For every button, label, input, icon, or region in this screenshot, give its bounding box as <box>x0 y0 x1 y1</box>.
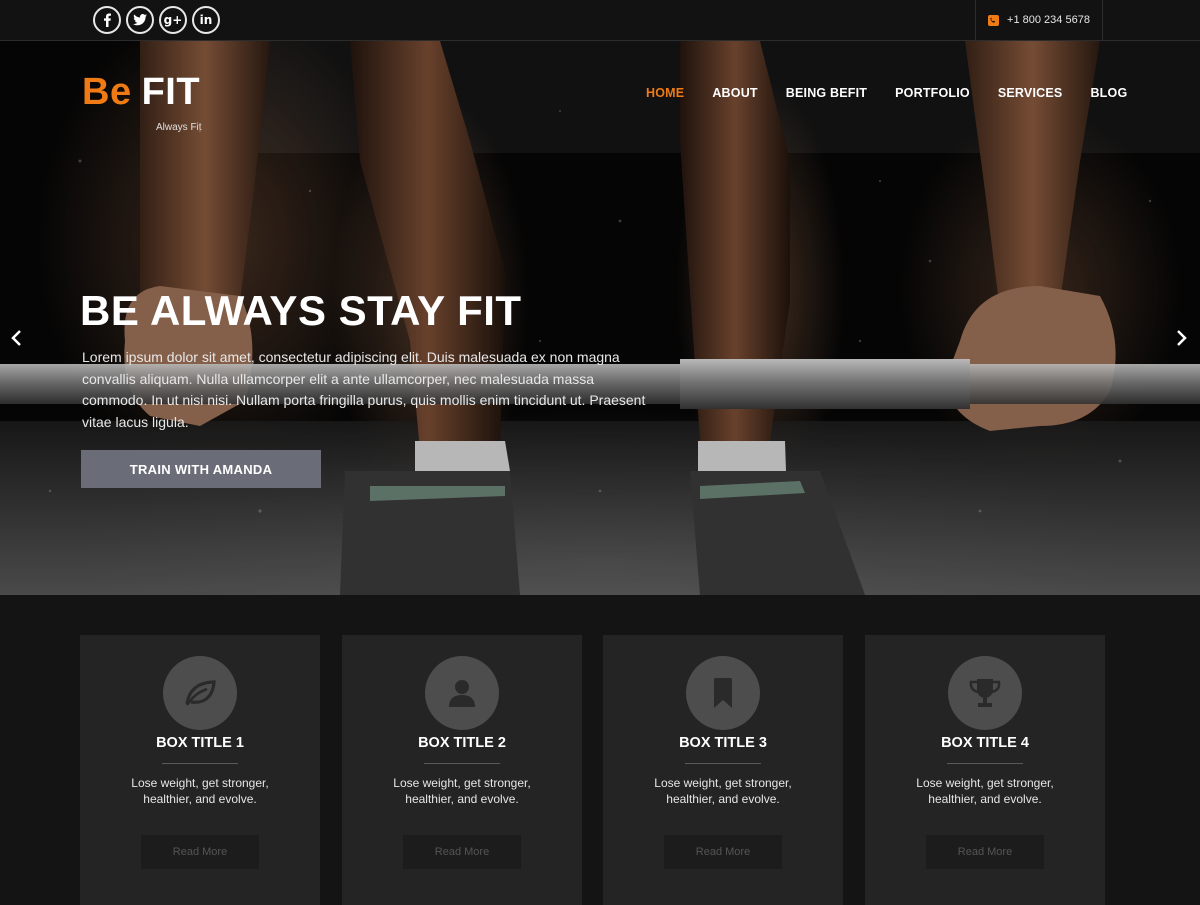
nav-portfolio[interactable]: PORTFOLIO <box>881 80 984 106</box>
leaf-icon <box>163 656 237 730</box>
logo-fit: FIT <box>141 71 201 113</box>
logo-be: Be <box>82 71 132 113</box>
slider-prev-button[interactable] <box>6 326 26 350</box>
nav-home[interactable]: HOME <box>632 80 698 106</box>
facebook-icon[interactable] <box>93 6 121 34</box>
hero-banner: Be FIT Always Fit HOME ABOUT BEING BEFIT … <box>0 41 1200 595</box>
read-more-button[interactable]: Read More <box>141 835 259 869</box>
bookmark-icon <box>686 656 760 730</box>
hero-description: Lorem ipsum dolor sit amet, consectetur … <box>82 349 646 430</box>
feature-box-3: BOX TITLE 3 Lose weight, get stronger, h… <box>603 635 843 905</box>
main-nav: HOME ABOUT BEING BEFIT PORTFOLIO SERVICE… <box>632 80 1141 106</box>
google-plus-glyph: g+ <box>163 13 183 27</box>
box-divider <box>162 763 238 764</box>
phone-contact: +1 800 234 5678 <box>975 0 1103 40</box>
read-more-button[interactable]: Read More <box>403 835 521 869</box>
nav-services[interactable]: SERVICES <box>984 80 1077 106</box>
box-divider <box>685 763 761 764</box>
feature-box-4: BOX TITLE 4 Lose weight, get stronger, h… <box>865 635 1105 905</box>
trophy-icon <box>948 656 1022 730</box>
site-logo[interactable]: Be FIT <box>82 71 200 114</box>
box-title: BOX TITLE 2 <box>418 735 506 751</box>
slider-next-button[interactable] <box>1172 326 1192 350</box>
box-title: BOX TITLE 4 <box>941 735 1029 751</box>
box-divider <box>424 763 500 764</box>
google-plus-icon[interactable]: g+ <box>159 6 187 34</box>
phone-icon <box>988 14 1000 26</box>
box-description: Lose weight, get stronger, healthier, an… <box>131 776 269 806</box>
linkedin-icon[interactable]: in <box>192 6 220 34</box>
top-bar: g+ in +1 800 234 5678 <box>0 0 1200 41</box>
user-icon <box>425 656 499 730</box>
read-more-button[interactable]: Read More <box>926 835 1044 869</box>
chevron-left-icon <box>11 330 21 346</box>
feature-box-2: BOX TITLE 2 Lose weight, get stronger, h… <box>342 635 582 905</box>
social-links: g+ in <box>93 6 220 34</box>
box-description: Lose weight, get stronger, healthier, an… <box>654 776 792 806</box>
feature-box-1: BOX TITLE 1 Lose weight, get stronger, h… <box>80 635 320 905</box>
read-more-button[interactable]: Read More <box>664 835 782 869</box>
hero-title: BE ALWAYS STAY FIT <box>80 287 522 334</box>
twitter-icon[interactable] <box>126 6 154 34</box>
nav-blog[interactable]: BLOG <box>1076 80 1141 106</box>
box-title: BOX TITLE 3 <box>679 735 767 751</box>
feature-boxes: BOX TITLE 1 Lose weight, get stronger, h… <box>0 595 1200 905</box>
box-description: Lose weight, get stronger, healthier, an… <box>916 776 1054 806</box>
chevron-right-icon <box>1177 330 1187 346</box>
linkedin-glyph: in <box>199 13 213 27</box>
box-divider <box>947 763 1023 764</box>
box-description: Lose weight, get stronger, healthier, an… <box>393 776 531 806</box>
site-tagline: Always Fit <box>156 122 202 133</box>
nav-being-befit[interactable]: BEING BEFIT <box>772 80 881 106</box>
box-title: BOX TITLE 1 <box>156 735 244 751</box>
train-with-amanda-button[interactable]: TRAIN WITH AMANDA <box>81 450 321 488</box>
phone-number: +1 800 234 5678 <box>1007 14 1090 26</box>
nav-about[interactable]: ABOUT <box>698 80 771 106</box>
